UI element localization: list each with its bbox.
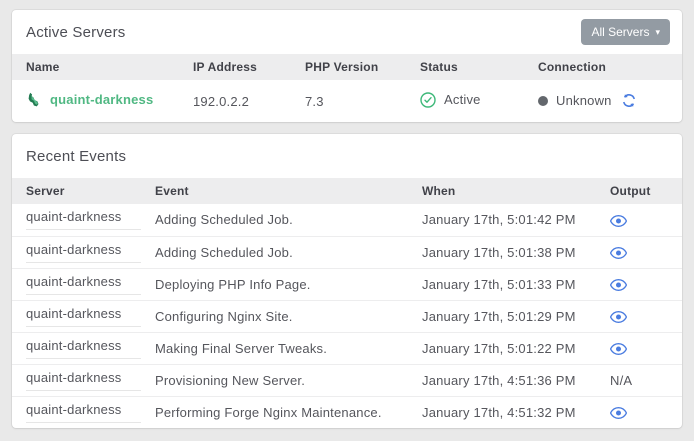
event-when: January 17th, 5:01:33 PM bbox=[408, 268, 596, 300]
event-server: quaint-darkness bbox=[26, 209, 141, 230]
column-header-connection: Connection bbox=[524, 54, 682, 80]
refresh-icon[interactable] bbox=[622, 93, 636, 108]
recent-events-table: Server Event When Output quaint-darkness… bbox=[12, 178, 682, 428]
event-output-cell: N/A bbox=[596, 364, 682, 396]
event-output-cell bbox=[596, 300, 682, 332]
server-connection-cell: Unknown bbox=[524, 80, 682, 122]
event-server: quaint-darkness bbox=[26, 402, 141, 423]
active-servers-table: Name IP Address PHP Version Status Conne… bbox=[12, 54, 682, 122]
event-output-cell bbox=[596, 396, 682, 428]
eye-icon[interactable] bbox=[610, 279, 627, 291]
eye-icon[interactable] bbox=[610, 311, 627, 323]
event-description: Configuring Nginx Site. bbox=[141, 300, 408, 332]
server-status-cell: Active bbox=[406, 80, 524, 122]
server-name-cell: quaint-darkness bbox=[12, 80, 179, 122]
event-description: Provisioning New Server. bbox=[141, 364, 408, 396]
event-description: Deploying PHP Info Page. bbox=[141, 268, 408, 300]
event-row: quaint-darkness Adding Scheduled Job. Ja… bbox=[12, 236, 682, 268]
event-row: quaint-darkness Adding Scheduled Job. Ja… bbox=[12, 204, 682, 236]
column-header-server: Server bbox=[12, 178, 141, 204]
recent-events-header: Recent Events bbox=[12, 134, 682, 178]
event-server-cell: quaint-darkness bbox=[12, 236, 141, 268]
event-row: quaint-darkness Performing Forge Nginx M… bbox=[12, 396, 682, 428]
eye-icon[interactable] bbox=[610, 247, 627, 259]
event-when: January 17th, 5:01:42 PM bbox=[408, 204, 596, 236]
event-output-cell bbox=[596, 268, 682, 300]
gecko-icon bbox=[26, 92, 41, 108]
event-server: quaint-darkness bbox=[26, 274, 141, 295]
server-php-cell: 7.3 bbox=[291, 80, 406, 122]
event-server-cell: quaint-darkness bbox=[12, 204, 141, 236]
column-header-event: Event bbox=[141, 178, 408, 204]
all-servers-filter-button[interactable]: All Servers ▾ bbox=[581, 19, 670, 45]
column-header-when: When bbox=[408, 178, 596, 204]
servers-header-row: Name IP Address PHP Version Status Conne… bbox=[12, 54, 682, 80]
event-row: quaint-darkness Configuring Nginx Site. … bbox=[12, 300, 682, 332]
event-server-cell: quaint-darkness bbox=[12, 332, 141, 364]
column-header-ip: IP Address bbox=[179, 54, 291, 80]
event-server: quaint-darkness bbox=[26, 370, 141, 391]
column-header-status: Status bbox=[406, 54, 524, 80]
event-description: Adding Scheduled Job. bbox=[141, 236, 408, 268]
event-output-cell bbox=[596, 236, 682, 268]
event-row: quaint-darkness Provisioning New Server.… bbox=[12, 364, 682, 396]
event-description: Making Final Server Tweaks. bbox=[141, 332, 408, 364]
server-connection-label: Unknown bbox=[556, 93, 612, 108]
event-row: quaint-darkness Deploying PHP Info Page.… bbox=[12, 268, 682, 300]
event-server-cell: quaint-darkness bbox=[12, 396, 141, 428]
server-ip-cell: 192.0.2.2 bbox=[179, 80, 291, 122]
column-header-php: PHP Version bbox=[291, 54, 406, 80]
panel-title-active-servers: Active Servers bbox=[26, 24, 126, 41]
event-when: January 17th, 5:01:38 PM bbox=[408, 236, 596, 268]
event-output-cell bbox=[596, 332, 682, 364]
events-header-row: Server Event When Output bbox=[12, 178, 682, 204]
column-header-output: Output bbox=[596, 178, 682, 204]
filter-button-label: All Servers bbox=[591, 25, 649, 39]
active-servers-panel: Active Servers All Servers ▾ Name IP Add… bbox=[12, 10, 682, 122]
event-server: quaint-darkness bbox=[26, 306, 141, 327]
event-server-cell: quaint-darkness bbox=[12, 268, 141, 300]
server-row: quaint-darkness 192.0.2.2 7.3 Active bbox=[12, 80, 682, 122]
panel-title-recent-events: Recent Events bbox=[26, 148, 126, 165]
event-server: quaint-darkness bbox=[26, 242, 141, 263]
event-when: January 17th, 4:51:36 PM bbox=[408, 364, 596, 396]
chevron-down-icon: ▾ bbox=[655, 28, 660, 37]
event-server-cell: quaint-darkness bbox=[12, 364, 141, 396]
active-servers-header: Active Servers All Servers ▾ bbox=[12, 10, 682, 54]
server-status-label: Active bbox=[444, 92, 481, 107]
column-header-name: Name bbox=[12, 54, 179, 80]
dot-icon bbox=[538, 96, 548, 106]
events-table-body: quaint-darkness Adding Scheduled Job. Ja… bbox=[12, 204, 682, 428]
server-name-link[interactable]: quaint-darkness bbox=[50, 92, 153, 107]
event-row: quaint-darkness Making Final Server Twea… bbox=[12, 332, 682, 364]
check-circle-icon bbox=[420, 92, 436, 108]
eye-icon[interactable] bbox=[610, 407, 627, 419]
event-when: January 17th, 4:51:32 PM bbox=[408, 396, 596, 428]
event-when: January 17th, 5:01:22 PM bbox=[408, 332, 596, 364]
event-output-cell bbox=[596, 204, 682, 236]
event-when: January 17th, 5:01:29 PM bbox=[408, 300, 596, 332]
event-description: Performing Forge Nginx Maintenance. bbox=[141, 396, 408, 428]
eye-icon[interactable] bbox=[610, 215, 627, 227]
recent-events-panel: Recent Events Server Event When Output q… bbox=[12, 134, 682, 428]
event-description: Adding Scheduled Job. bbox=[141, 204, 408, 236]
event-server-cell: quaint-darkness bbox=[12, 300, 141, 332]
event-server: quaint-darkness bbox=[26, 338, 141, 359]
eye-icon[interactable] bbox=[610, 343, 627, 355]
